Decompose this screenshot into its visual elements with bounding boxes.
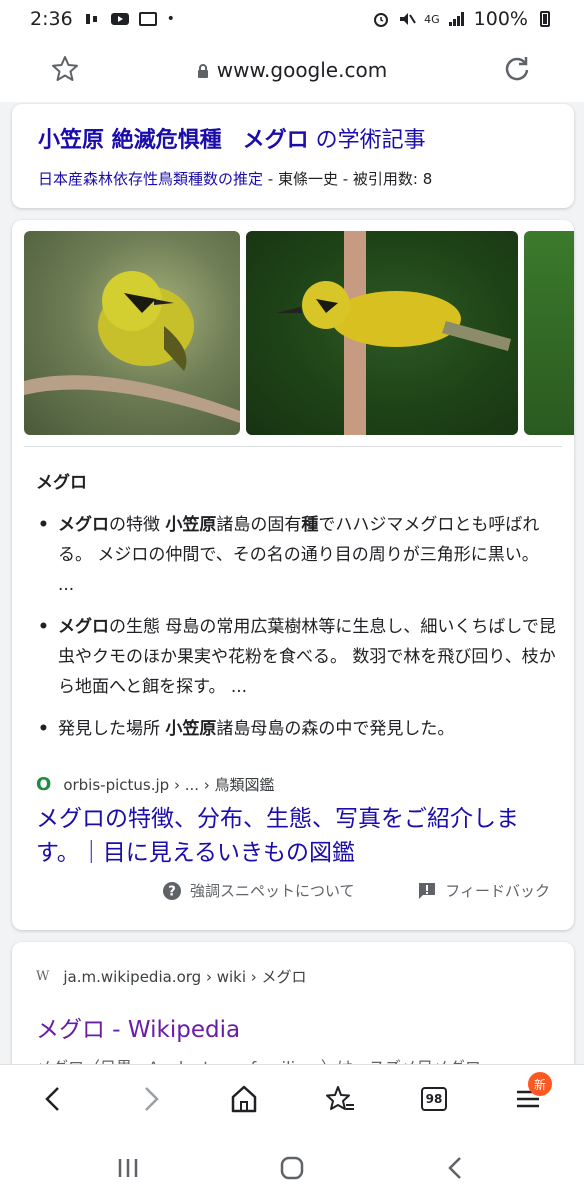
snippet-result-link[interactable]: メグロの特徴、分布、生態、写真をご紹介します。｜目に見えるいきもの図鑑 xyxy=(36,802,556,870)
bullet-text: の特徴 xyxy=(109,515,166,535)
status-bar: 2:36 • 4G 100% xyxy=(0,0,584,38)
bird-photo-3[interactable] xyxy=(524,231,574,435)
bold-term: 小笠原 xyxy=(165,515,217,535)
feedback-link[interactable]: フィードバック xyxy=(417,880,550,901)
notification-dot: • xyxy=(166,11,175,27)
bold-term: 小笠原 xyxy=(165,719,217,739)
bird-photo-2[interactable] xyxy=(246,231,518,435)
snippet-bullet: メグロの特徴 小笠原諸島の固有種でハハジマメグロとも呼ばれる。 メジロの仲間で、… xyxy=(36,510,556,600)
snippet-bullet: メグロの生態 母島の常用広葉樹林等に生息し、細いくちばしで昆虫やクモのほか果実や… xyxy=(36,612,556,702)
snippet-heading: メグロ xyxy=(36,473,87,493)
reload-icon[interactable] xyxy=(502,54,532,84)
about-snippets-link[interactable]: ? 強調スニペットについて xyxy=(162,880,355,901)
site-favicon: O xyxy=(36,774,52,795)
home-icon[interactable] xyxy=(228,1083,260,1115)
wiki-title-link[interactable]: メグロ - Wikipedia xyxy=(36,1010,240,1044)
scholar-query: 小笠原 絶滅危惧種 xyxy=(38,128,222,153)
about-label: 強調スニペットについて xyxy=(190,882,355,900)
battery-level: 100% xyxy=(473,8,528,30)
bold-term: メグロ xyxy=(58,515,109,535)
bullet-text: 諸島母島の森の中で発見した。 xyxy=(216,719,455,739)
svg-text:?: ? xyxy=(168,884,176,899)
wiki-breadcrumb: ja.m.wikipedia.org › wiki › メグロ xyxy=(63,968,307,986)
featured-snippet-card: メグロ メグロの特徴 小笠原諸島の固有種でハハジマメグロとも呼ばれる。 メジロの… xyxy=(12,220,574,930)
call-icon xyxy=(85,14,97,24)
scholar-suffix: の学術記事 xyxy=(315,128,426,153)
address-bar[interactable]: www.google.com xyxy=(0,58,584,82)
alarm-icon xyxy=(374,13,389,27)
snippet-footer: ? 強調スニペットについて フィードバック xyxy=(162,880,550,901)
bold-term: メグロ xyxy=(58,617,109,637)
wikipedia-favicon: W xyxy=(36,969,50,984)
home-nav-icon[interactable] xyxy=(278,1154,306,1182)
system-nav-bar xyxy=(0,1134,584,1200)
scholar-title-link[interactable]: 小笠原 絶滅危惧種 メグロ の学術記事 xyxy=(38,122,548,154)
url-text: www.google.com xyxy=(216,58,388,82)
snippet-bullet: 発見した場所 小笠原諸島母島の森の中で発見した。 xyxy=(36,714,556,744)
tabs-button[interactable]: 98 xyxy=(421,1087,447,1111)
image-carousel[interactable] xyxy=(24,231,574,435)
help-icon: ? xyxy=(163,881,181,900)
signal-icon xyxy=(448,12,464,26)
back-nav-icon[interactable] xyxy=(442,1154,470,1182)
forward-icon[interactable] xyxy=(134,1083,166,1115)
mute-icon xyxy=(400,13,416,25)
battery-icon xyxy=(540,11,550,27)
scholar-paper: 日本産森林依存性鳥類種数の推定 - 東條一史 - 被引用数: 8 xyxy=(38,168,548,189)
bullet-text: 発見した場所 xyxy=(58,719,166,739)
snippet-source[interactable]: O orbis-pictus.jp › ... › 鳥類図鑑 xyxy=(36,774,275,795)
browser-bottom-bar xyxy=(0,1064,584,1134)
bullet-text: 諸島の固有 xyxy=(216,515,302,535)
bullet-text: の生態 母島の常用広葉樹林等に生息し、細いくちばしで昆虫やクモのほか果実や花粉を… xyxy=(58,617,556,697)
recent-apps-icon[interactable] xyxy=(114,1154,142,1182)
paper-link[interactable]: 日本産森林依存性鳥類種数の推定 xyxy=(38,170,263,188)
snippet-bullets: メグロの特徴 小笠原諸島の固有種でハハジマメグロとも呼ばれる。 メジロの仲間で、… xyxy=(36,510,556,756)
paper-meta: - 東條一史 - 被引用数: 8 xyxy=(263,170,433,188)
status-time: 2:36 xyxy=(30,8,73,30)
lock-icon xyxy=(197,64,208,78)
back-icon[interactable] xyxy=(38,1083,70,1115)
source-breadcrumb: orbis-pictus.jp › ... › 鳥類図鑑 xyxy=(63,776,275,794)
browser-toolbar: www.google.com xyxy=(0,38,584,102)
scholar-card: 小笠原 絶滅危惧種 メグロ の学術記事 日本産森林依存性鳥類種数の推定 - 東條… xyxy=(12,104,574,208)
youtube-icon xyxy=(110,13,129,25)
gallery-icon xyxy=(138,12,157,26)
network-type: 4G xyxy=(424,12,440,26)
scholar-query-term: メグロ xyxy=(242,128,309,153)
new-badge: 新 xyxy=(528,1072,552,1096)
bold-term: 種 xyxy=(301,515,319,535)
wikipedia-result-card: W ja.m.wikipedia.org › wiki › メグロ メグロ - … xyxy=(12,942,574,1082)
feedback-icon xyxy=(419,882,436,899)
bird-photo-1[interactable] xyxy=(24,231,240,435)
bookmarks-icon[interactable] xyxy=(324,1083,356,1115)
divider xyxy=(24,446,562,447)
feedback-label: フィードバック xyxy=(445,882,550,900)
wiki-source[interactable]: W ja.m.wikipedia.org › wiki › メグロ xyxy=(36,966,307,987)
